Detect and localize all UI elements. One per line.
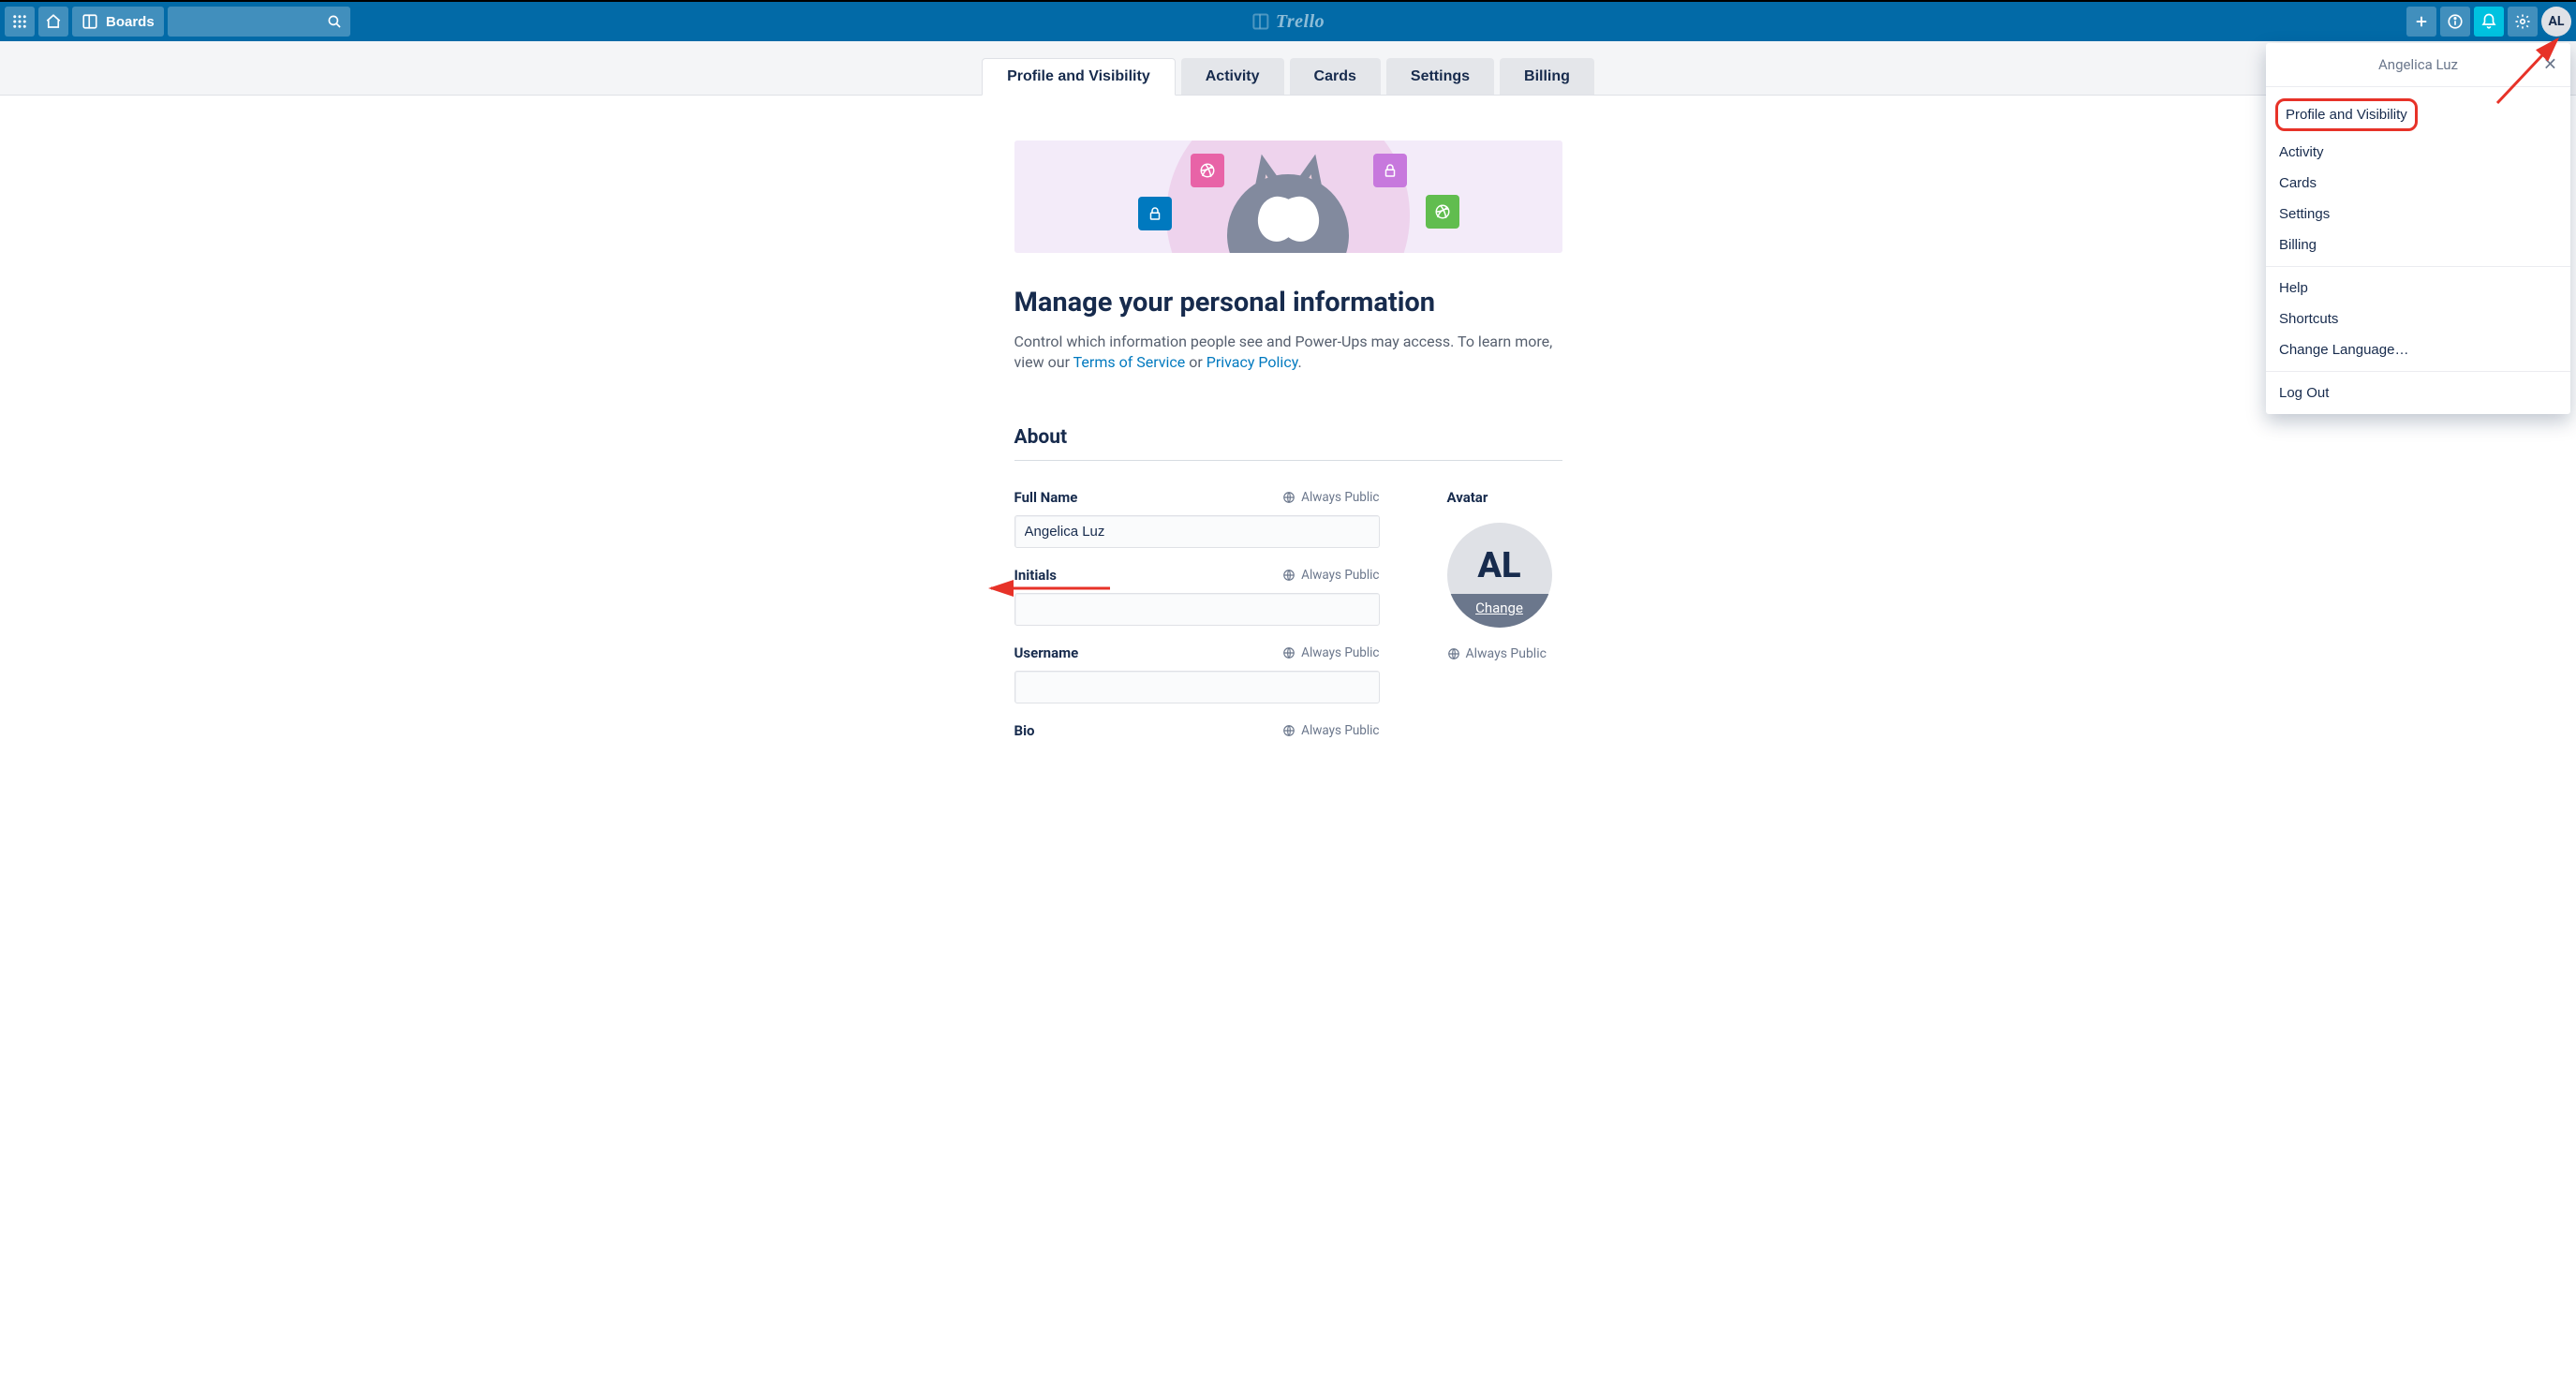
search-icon (326, 13, 343, 30)
notifications-button[interactable] (2474, 7, 2504, 37)
always-public-tag: Always Public (1282, 723, 1379, 738)
username-input[interactable] (1014, 671, 1380, 703)
always-public-tag: Always Public (1282, 568, 1379, 583)
bell-icon (2480, 13, 2497, 30)
page-title: Manage your personal information (1014, 287, 1562, 318)
menu-item-activity[interactable]: Activity (2266, 137, 2570, 168)
close-icon[interactable]: ✕ (2539, 52, 2561, 79)
info-button[interactable] (2440, 7, 2470, 37)
trello-logo[interactable]: Trello (1251, 11, 1325, 33)
board-icon (81, 13, 98, 30)
globe-icon (1282, 724, 1295, 737)
avatar-button[interactable]: AL (2541, 7, 2571, 37)
username-field: Username Always Public (1014, 644, 1380, 703)
full-name-input[interactable] (1014, 515, 1380, 548)
search-input[interactable] (168, 7, 350, 37)
bio-label: Bio (1014, 722, 1035, 739)
full-name-label: Full Name (1014, 489, 1078, 506)
menu-item-lang[interactable]: Change Language… (2266, 334, 2570, 365)
content-scroll[interactable]: Manage your personal information Control… (0, 96, 2576, 1377)
header-right: AL (2406, 7, 2571, 37)
tab-profile[interactable]: Profile and Visibility (982, 58, 1176, 96)
avatar-label: Avatar (1447, 489, 1562, 506)
about-heading: About (1014, 426, 1562, 461)
menu-item-shortcuts[interactable]: Shortcuts (2266, 304, 2570, 334)
avatar-change-label: Change (1447, 594, 1552, 628)
always-public-tag: Always Public (1282, 490, 1379, 505)
global-header: Boards Trello AL (0, 2, 2576, 41)
menu-item-settings[interactable]: Settings (2266, 199, 2570, 230)
globe-icon (1282, 646, 1295, 659)
globe-icon (1282, 569, 1295, 582)
home-icon[interactable] (38, 7, 68, 37)
username-label: Username (1014, 644, 1079, 661)
tos-link[interactable]: Terms of Service (1073, 353, 1186, 371)
initials-label: Initials (1014, 567, 1058, 584)
privacy-link[interactable]: Privacy Policy (1207, 353, 1298, 371)
globe-icon (1447, 647, 1460, 660)
gear-icon (2514, 13, 2531, 30)
tab-cards[interactable]: Cards (1290, 58, 1381, 95)
menu-item-billing[interactable]: Billing (2266, 230, 2570, 260)
dribbble-icon (1191, 154, 1224, 187)
lock-icon (1138, 197, 1172, 230)
initials-input[interactable] (1014, 593, 1380, 626)
boards-label: Boards (106, 14, 155, 30)
always-public-tag: Always Public (1447, 646, 1562, 661)
tab-settings[interactable]: Settings (1386, 58, 1494, 95)
create-button[interactable] (2406, 7, 2436, 37)
menu-item-profile[interactable]: Profile and Visibility (2275, 98, 2418, 131)
avatar-change-button[interactable]: AL Change (1447, 523, 1552, 628)
lock-icon (1373, 154, 1407, 187)
header-left: Boards (5, 7, 350, 37)
account-menu-title: Angelica Luz ✕ (2266, 43, 2570, 87)
bio-field: Bio Always Public (1014, 722, 1380, 739)
about-grid: Full Name Always Public Initials Always (1014, 489, 1562, 739)
account-menu: Angelica Luz ✕ Profile and Visibility Act… (2266, 43, 2570, 414)
content: Manage your personal information Control… (1014, 96, 1562, 1377)
tab-activity[interactable]: Activity (1181, 58, 1284, 95)
profile-tabs: Profile and VisibilityActivityCardsSetti… (0, 41, 2576, 96)
page-description: Control which information people see and… (1014, 332, 1562, 374)
apps-icon[interactable] (5, 7, 35, 37)
globe-icon (1282, 491, 1295, 504)
hero-illustration (1014, 141, 1562, 253)
menu-item-logout[interactable]: Log Out (2266, 378, 2570, 408)
initials-field: Initials Always Public (1014, 567, 1380, 626)
board-icon (1251, 12, 1270, 31)
tab-billing[interactable]: Billing (1500, 58, 1594, 95)
plus-icon (2413, 13, 2430, 30)
info-icon (2447, 13, 2464, 30)
boards-button[interactable]: Boards (72, 7, 164, 37)
menu-item-help[interactable]: Help (2266, 273, 2570, 304)
dribbble-icon (1426, 195, 1459, 229)
menu-item-cards[interactable]: Cards (2266, 168, 2570, 199)
settings-button[interactable] (2508, 7, 2538, 37)
full-name-field: Full Name Always Public (1014, 489, 1380, 548)
always-public-tag: Always Public (1282, 645, 1379, 660)
